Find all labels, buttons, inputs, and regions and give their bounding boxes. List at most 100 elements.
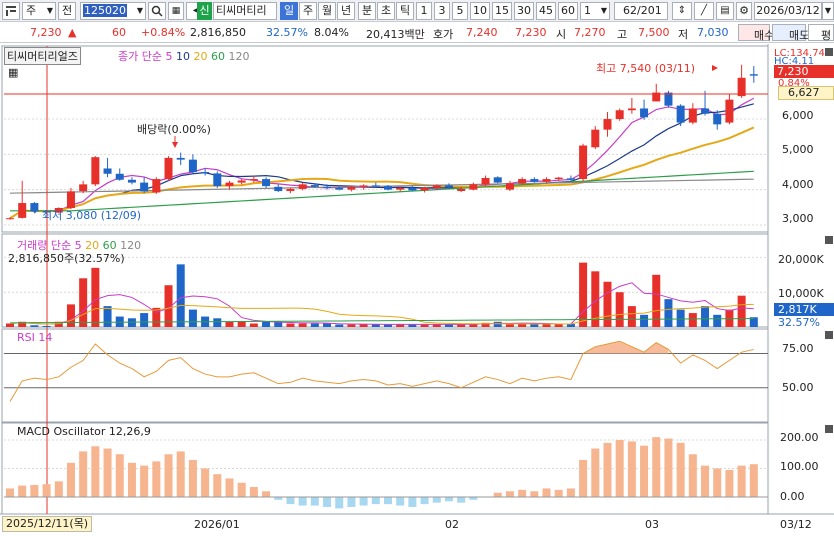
volume-bar[interactable] xyxy=(6,323,14,327)
candle-body[interactable] xyxy=(66,191,75,208)
period-year-tab[interactable]: 년 xyxy=(337,2,355,20)
macd-bar[interactable] xyxy=(140,465,149,497)
macd-bar[interactable] xyxy=(18,485,27,497)
volume-bar[interactable] xyxy=(347,324,356,327)
macd-bar[interactable] xyxy=(298,497,307,506)
candle-body[interactable] xyxy=(664,92,673,106)
grid-icon[interactable]: ▦ xyxy=(168,2,184,20)
volume-bar[interactable] xyxy=(237,321,246,327)
market-type-select[interactable]: 주 ▼ xyxy=(22,2,56,20)
interval-45-button[interactable]: 45 xyxy=(536,2,556,20)
candle-body[interactable] xyxy=(688,108,697,123)
macd-bar[interactable] xyxy=(603,442,612,497)
macd-bar[interactable] xyxy=(457,497,466,503)
macd-bar[interactable] xyxy=(420,497,429,505)
interval-15-button[interactable]: 15 xyxy=(492,2,512,20)
candle-body[interactable] xyxy=(310,185,319,187)
volume-bar[interactable] xyxy=(676,309,685,327)
macd-bar[interactable] xyxy=(152,461,161,497)
macd-bar[interactable] xyxy=(310,497,319,506)
stock-chart[interactable] xyxy=(0,44,834,536)
macd-bar[interactable] xyxy=(79,451,88,497)
macd-bar[interactable] xyxy=(591,448,600,497)
candle-body[interactable] xyxy=(640,108,649,118)
date-field[interactable]: 2026/03/12 xyxy=(754,2,822,20)
macd-bar[interactable] xyxy=(408,497,417,507)
menu-icon[interactable] xyxy=(2,2,20,20)
macd-bar[interactable] xyxy=(725,469,734,497)
volume-bar[interactable] xyxy=(79,278,88,327)
candle-body[interactable] xyxy=(505,183,514,190)
candle-body[interactable] xyxy=(737,77,746,97)
candle-body[interactable] xyxy=(164,157,173,180)
volume-bar[interactable] xyxy=(42,325,51,327)
macd-bar[interactable] xyxy=(640,445,649,497)
macd-bar[interactable] xyxy=(566,488,575,497)
candle-body[interactable] xyxy=(725,99,734,123)
candle-body[interactable] xyxy=(115,173,124,180)
candle-body[interactable] xyxy=(201,172,210,174)
volume-bar[interactable] xyxy=(176,264,185,327)
macd-bar[interactable] xyxy=(676,442,685,497)
volume-bar[interactable] xyxy=(66,304,75,327)
macd-bar[interactable] xyxy=(335,497,344,509)
volume-bar[interactable] xyxy=(335,324,344,327)
volume-bar[interactable] xyxy=(103,306,112,327)
collapse-icon[interactable]: ⇕ xyxy=(672,2,692,20)
macd-bar[interactable] xyxy=(30,485,39,497)
candle-body[interactable] xyxy=(140,182,149,192)
candle-body[interactable] xyxy=(713,113,722,125)
macd-bar[interactable] xyxy=(66,462,75,497)
candle-body[interactable] xyxy=(408,187,417,191)
macd-bar[interactable] xyxy=(627,441,636,497)
macd-bar[interactable] xyxy=(688,454,697,497)
macd-bar[interactable] xyxy=(713,468,722,498)
volume-bar[interactable] xyxy=(188,309,197,327)
volume-bar[interactable] xyxy=(457,324,466,327)
buy-button[interactable]: 매수 xyxy=(738,24,774,42)
chart-settings-icon[interactable]: ▤ xyxy=(716,2,734,20)
volume-bar[interactable] xyxy=(408,324,417,327)
volume-bar[interactable] xyxy=(505,324,514,327)
volume-bar[interactable] xyxy=(127,318,136,327)
panel-close-icon[interactable] xyxy=(825,48,833,56)
macd-bar[interactable] xyxy=(615,440,624,497)
candle-body[interactable] xyxy=(566,178,575,180)
candle-body[interactable] xyxy=(420,187,429,191)
macd-bar[interactable] xyxy=(213,474,222,497)
macd-bar[interactable] xyxy=(54,481,63,497)
volume-bar[interactable] xyxy=(615,292,624,327)
macd-bar[interactable] xyxy=(188,459,197,497)
volume-bar[interactable] xyxy=(249,323,258,327)
panel-close-icon[interactable] xyxy=(825,331,833,339)
volume-bar[interactable] xyxy=(627,306,636,327)
macd-bar[interactable] xyxy=(371,497,380,505)
candle-body[interactable] xyxy=(213,173,222,187)
macd-bar[interactable] xyxy=(237,482,246,497)
period-day-tab[interactable]: 일 xyxy=(280,2,298,20)
candle-body[interactable] xyxy=(530,179,539,182)
macd-bar[interactable] xyxy=(493,492,502,497)
candle-body[interactable] xyxy=(91,157,100,185)
search-icon[interactable] xyxy=(148,2,166,20)
candle-body[interactable] xyxy=(554,177,563,180)
volume-bar[interactable] xyxy=(396,324,405,327)
stock-code-input[interactable]: 125020 ▼ xyxy=(80,2,146,20)
candle-body[interactable] xyxy=(188,159,197,172)
volume-bar[interactable] xyxy=(579,262,588,327)
volume-bar[interactable] xyxy=(688,313,697,327)
macd-bar[interactable] xyxy=(359,497,368,506)
volume-bar[interactable] xyxy=(493,321,502,327)
candle-body[interactable] xyxy=(249,179,258,181)
volume-bar[interactable] xyxy=(298,323,307,327)
macd-bar[interactable] xyxy=(164,454,173,497)
macd-bar[interactable] xyxy=(225,478,234,497)
macd-bar[interactable] xyxy=(737,465,746,497)
candle-body[interactable] xyxy=(579,145,588,180)
volume-bar[interactable] xyxy=(359,324,368,327)
candle-body[interactable] xyxy=(335,187,344,190)
volume-bar[interactable] xyxy=(701,306,710,327)
macd-bar[interactable] xyxy=(554,489,563,497)
macd-bar[interactable] xyxy=(701,465,710,497)
candle-body[interactable] xyxy=(384,186,392,190)
